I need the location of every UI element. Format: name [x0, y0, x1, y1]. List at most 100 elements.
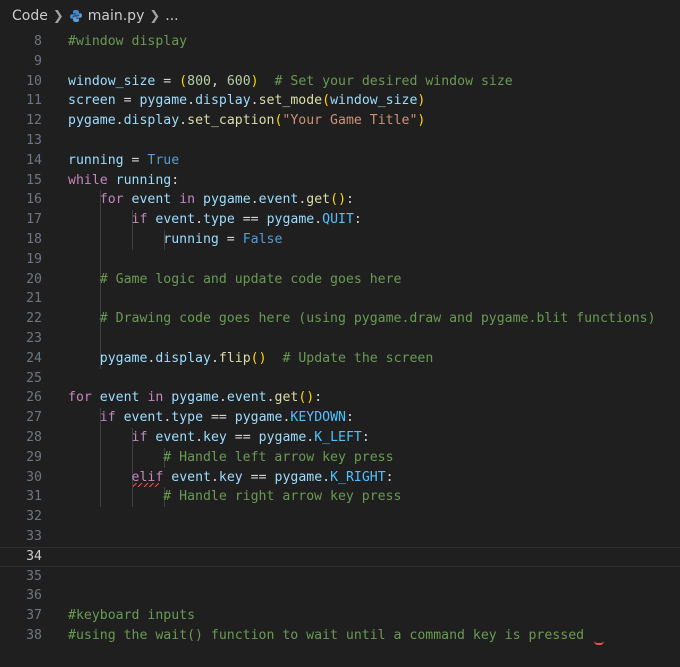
line-number: 30	[26, 469, 42, 485]
code-token: pygame	[258, 430, 307, 445]
code-line[interactable]: 34	[0, 546, 680, 567]
code-token: False	[242, 232, 283, 247]
code-line[interactable]: 28 if event.key == pygame.K_LEFT:	[0, 428, 680, 448]
code-line[interactable]: 31 # Handle right arrow key press	[0, 487, 680, 508]
code-line[interactable]: 17 if event.type == pygame.QUIT:	[0, 210, 680, 230]
code-token: # Game logic and update code goes here	[99, 271, 402, 287]
code-token: .	[218, 390, 227, 406]
python-file-icon	[69, 9, 83, 23]
line-number: 8	[34, 34, 42, 49]
code-line[interactable]: 38 #using the wait() function to wait unt…	[0, 626, 680, 646]
indent-guide	[100, 329, 101, 349]
line-number: 31	[26, 489, 42, 505]
code-line[interactable]: 29 # Handle left arrow key press	[0, 447, 680, 468]
code-token: #keyboard inputs	[68, 608, 196, 624]
code-text: if event.key == pygame.K_LEFT:	[68, 428, 370, 448]
line-number: 20	[26, 271, 42, 287]
code-line[interactable]: 22 # Drawing code goes here (using pygam…	[0, 309, 680, 329]
line-number: 38	[26, 628, 42, 643]
chevron-right-icon: ❯	[149, 8, 161, 24]
code-token: event	[171, 469, 211, 485]
code-line[interactable]: 19	[0, 249, 680, 270]
code-line[interactable]: 37 #keyboard inputs	[0, 606, 680, 626]
code-line[interactable]: 21	[0, 289, 680, 310]
code-token: display	[123, 113, 180, 129]
line-number: 32	[26, 509, 42, 525]
code-token: pygame	[203, 192, 251, 208]
code-token: pygame	[274, 469, 323, 485]
code-line[interactable]: 26 for event in pygame.event.get():	[0, 388, 680, 408]
code-token: K_RIGHT	[330, 469, 386, 485]
line-number: 12	[26, 113, 42, 129]
code-token: KEYDOWN	[290, 410, 346, 426]
code-token: .	[250, 93, 259, 109]
code-token: =	[218, 232, 243, 247]
code-line[interactable]: 33	[0, 527, 680, 547]
code-line[interactable]: 30 elif event.key == pygame.K_RIGHT:	[0, 467, 680, 488]
code-text: window_size = (800, 600) # Set your desi…	[68, 72, 513, 92]
code-token: .	[187, 93, 196, 109]
line-number: 21	[26, 291, 42, 307]
code-token: event	[99, 390, 140, 406]
code-token: window_size	[68, 73, 156, 89]
code-token: # Update the screen	[282, 350, 434, 366]
breadcrumb: Code ❯ main.py ❯ ...	[0, 0, 680, 32]
code-line[interactable]: 14 running = True	[0, 151, 680, 171]
code-token: set_caption	[187, 113, 275, 129]
code-token: if	[131, 430, 148, 445]
code-line[interactable]: 10 window_size = (800, 600) # Set your de…	[0, 72, 680, 92]
code-line[interactable]: 23	[0, 329, 680, 349]
code-token: event	[123, 410, 164, 426]
line-number: 29	[26, 449, 42, 465]
code-line[interactable]: 27 if event.type == pygame.KEYDOWN:	[0, 408, 680, 428]
line-number: 14	[26, 152, 42, 168]
code-token: type	[203, 212, 235, 228]
code-line[interactable]: 12 pygame.display.set_caption("Your Game …	[0, 111, 680, 131]
breadcrumb-file[interactable]: main.py	[88, 8, 145, 24]
code-line[interactable]: 18 running = False	[0, 230, 680, 250]
line-number: 34	[26, 548, 42, 564]
code-token: for	[68, 390, 92, 406]
error-squiggle[interactable]	[594, 639, 604, 645]
code-line[interactable]: 25	[0, 369, 680, 389]
breadcrumb-folder[interactable]: Code	[12, 8, 48, 24]
code-token: ()	[250, 350, 267, 366]
code-line[interactable]: 20 # Game logic and update code goes her…	[0, 269, 680, 290]
code-token: pygame	[68, 113, 116, 129]
code-line[interactable]: 8 #window display	[0, 32, 680, 52]
code-token: QUIT	[322, 212, 354, 228]
code-line[interactable]: 13	[0, 131, 680, 151]
code-token: in	[147, 390, 164, 406]
code-token: type	[171, 410, 204, 426]
breadcrumb-symbol[interactable]: ...	[165, 8, 178, 24]
code-token: )	[417, 93, 426, 109]
code-text: if event.type == pygame.KEYDOWN:	[68, 408, 354, 428]
code-text: # Game logic and update code goes here	[68, 270, 402, 290]
code-token: 800	[187, 73, 211, 89]
code-token: .	[195, 212, 204, 228]
code-line[interactable]: 11 screen = pygame.display.set_mode(windo…	[0, 91, 680, 111]
code-line[interactable]: 32	[0, 507, 680, 527]
code-token: ==	[226, 430, 259, 445]
code-token: .	[250, 192, 259, 208]
code-line[interactable]: 16 for event in pygame.event.get():	[0, 190, 680, 211]
line-number: 17	[26, 212, 42, 228]
code-editor[interactable]: 8 #window display 9 10 window_size = (800, 6…	[0, 32, 680, 667]
code-token: .	[210, 350, 219, 366]
code-token: True	[147, 152, 180, 168]
code-line[interactable]: 9	[0, 52, 680, 72]
code-text: screen = pygame.display.set_mode(window_…	[68, 91, 425, 111]
indent-guide	[100, 289, 101, 310]
code-line[interactable]: 24 pygame.display.flip() # Update the sc…	[0, 348, 680, 369]
code-line[interactable]: 15 while running:	[0, 171, 680, 191]
code-line[interactable]: 36	[0, 586, 680, 606]
code-token: while	[68, 172, 108, 188]
code-token: set_mode	[258, 93, 323, 109]
code-token: # Set your desired window size	[274, 73, 513, 89]
code-line[interactable]: 35	[0, 567, 680, 587]
code-text: for event in pygame.event.get():	[68, 388, 322, 408]
code-token: (	[322, 93, 331, 109]
